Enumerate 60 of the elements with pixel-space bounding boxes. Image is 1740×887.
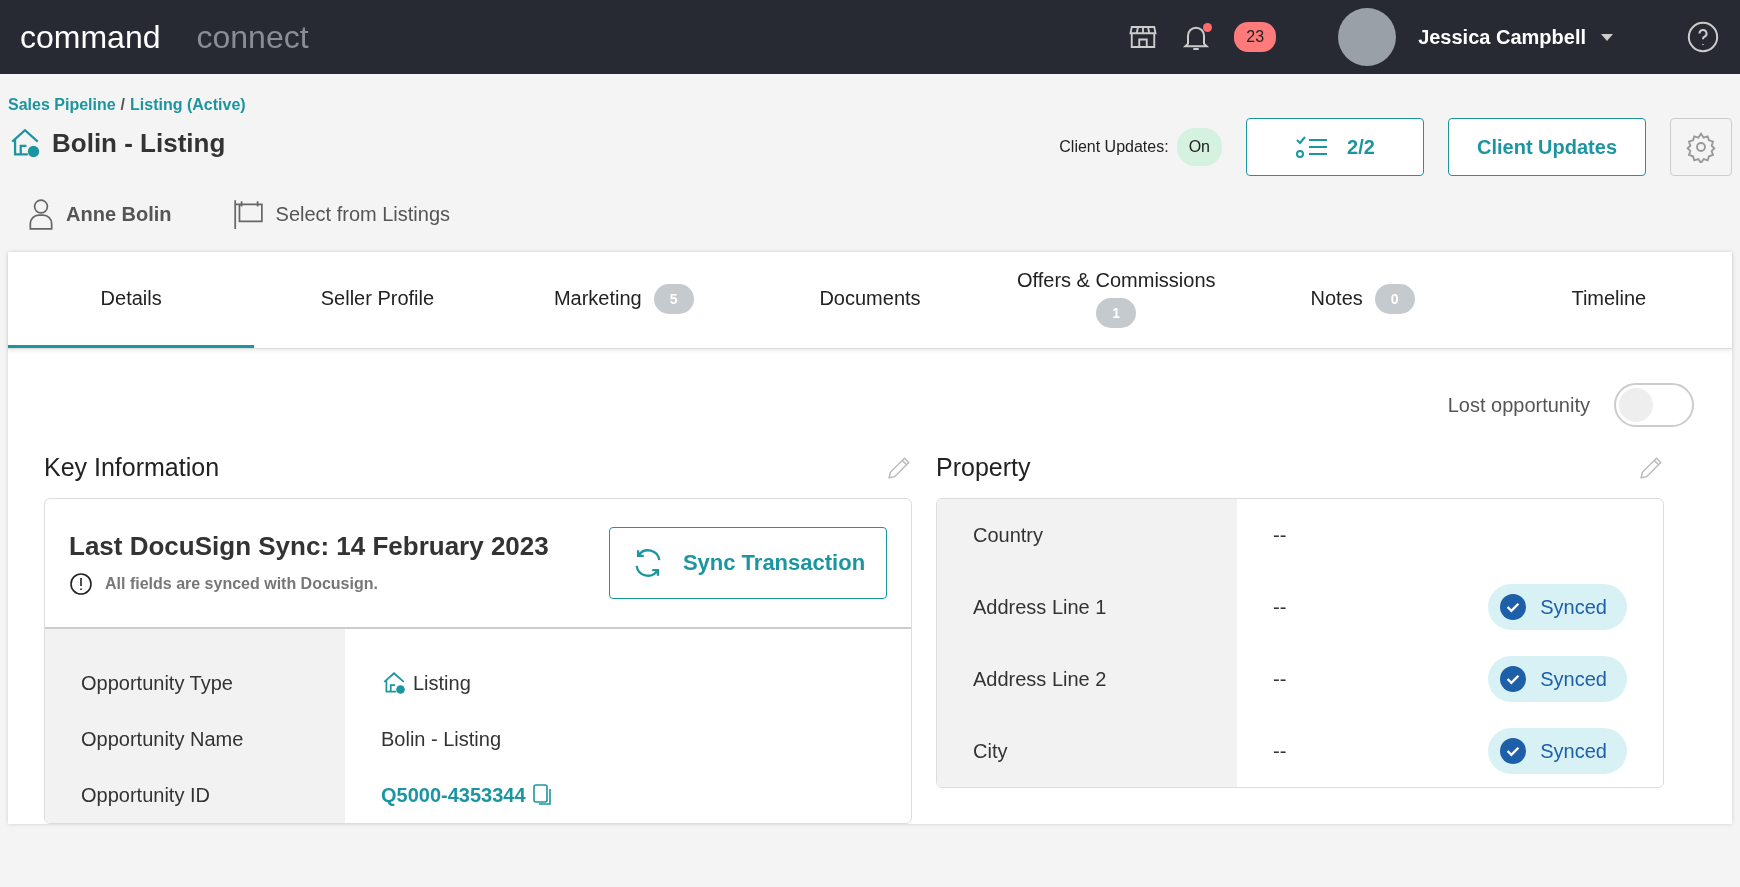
user-name[interactable]: Jessica Campbell [1418, 25, 1586, 49]
avatar-placeholder[interactable] [1338, 8, 1397, 66]
count-badge: 5 [653, 283, 694, 314]
count-badge: 0 [1374, 283, 1415, 314]
synced-badge: Synced [1488, 584, 1627, 630]
check-icon [1500, 666, 1527, 692]
tab[interactable]: Notes 0 [1239, 252, 1486, 348]
check-icon [1500, 738, 1527, 764]
tab[interactable]: Offers & Commissions 1 [993, 252, 1240, 348]
lost-opportunity-label: Lost opportunity [1447, 393, 1590, 417]
copy-icon[interactable] [531, 783, 554, 807]
synced-badge: Synced [1488, 656, 1627, 702]
field-label: Address Line 1 [937, 571, 1237, 643]
section-title: Key Information [44, 453, 220, 482]
breadcrumb-separator: / [120, 96, 126, 114]
house-icon [381, 670, 407, 696]
count-badge: 1 [1096, 298, 1137, 328]
help-icon[interactable] [1686, 20, 1720, 54]
status-badge: On [1176, 128, 1222, 166]
field-value: -- [1273, 595, 1287, 619]
client-updates-label: Client Updates: [1059, 138, 1169, 156]
alert-icon [69, 571, 93, 596]
sync-title: Last DocuSign Sync: 14 February 2023 [69, 530, 549, 562]
checklist-icon [1295, 134, 1330, 160]
field-label: Address Line 2 [937, 643, 1237, 715]
field-label: Opportunity Name [45, 711, 345, 767]
tab[interactable]: Marketing 5 [500, 252, 747, 348]
opportunity-id-link[interactable]: Q5000-4353344 [381, 783, 526, 807]
field-value: -- [1273, 739, 1287, 763]
settings-icon [1685, 131, 1717, 163]
field-label: Opportunity Type [45, 629, 345, 711]
listing-selector[interactable]: Select from Listings [275, 202, 451, 226]
lost-opportunity-toggle[interactable] [1614, 383, 1694, 427]
field-value: Bolin - Listing [381, 727, 502, 751]
tab[interactable]: Timeline [1485, 252, 1732, 348]
settings-button[interactable] [1670, 118, 1732, 176]
field-label: Opportunity ID [45, 767, 345, 823]
tab[interactable]: Documents [746, 252, 994, 348]
field-value: Listing [413, 671, 471, 695]
brand-logo-text: connect [196, 18, 309, 56]
brand-logo-text: command [20, 18, 161, 56]
caret-icon[interactable] [1600, 32, 1614, 42]
section-title: Property [936, 453, 1031, 482]
field-label: City [937, 715, 1237, 787]
sign-icon [231, 198, 264, 230]
field-value: -- [1273, 667, 1287, 691]
notification-count[interactable]: 23 [1234, 22, 1277, 52]
person-icon [28, 198, 54, 230]
synced-badge: Synced [1488, 728, 1627, 774]
sync-transaction-button[interactable]: Sync Transaction [609, 527, 887, 599]
field-value: -- [1273, 523, 1287, 547]
field-label: Country [937, 499, 1237, 571]
tab[interactable]: Seller Profile [254, 252, 501, 348]
contact-name[interactable]: Anne Bolin [66, 202, 172, 226]
client-updates-button[interactable]: Client Updates [1448, 118, 1646, 176]
tasks-button[interactable]: 2/2 [1246, 118, 1424, 176]
check-icon [1500, 594, 1527, 620]
sync-note: All fields are synced with Docusign. [105, 574, 378, 593]
tab[interactable]: Details [8, 252, 255, 348]
page-title: Bolin - Listing [52, 127, 226, 159]
